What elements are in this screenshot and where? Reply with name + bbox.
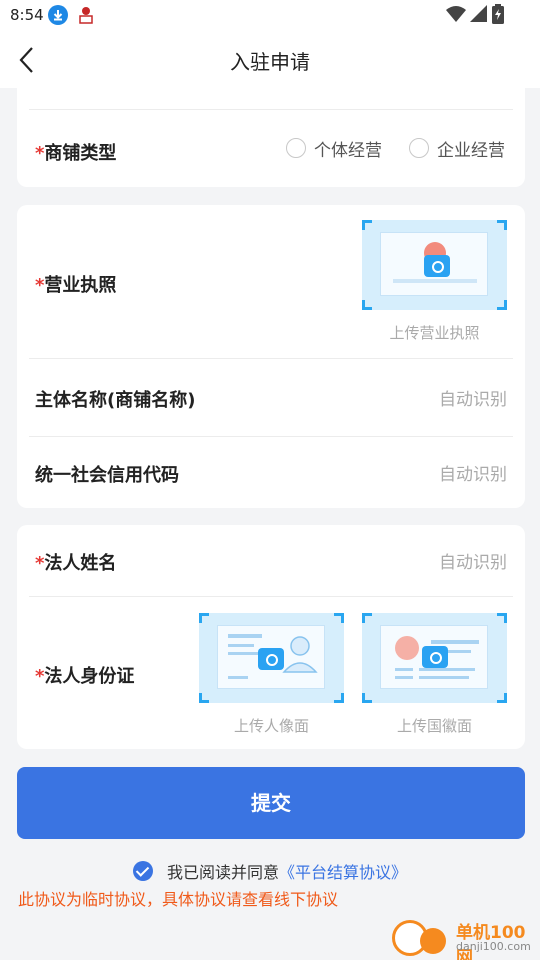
- id-back-upload[interactable]: [362, 613, 507, 703]
- camera-icon: [424, 255, 450, 277]
- shop-type-card: *商铺类型 个体经营 企业经营: [17, 88, 525, 187]
- id-back-caption: 上传国徽面: [396, 717, 472, 735]
- license-upload[interactable]: [362, 220, 507, 310]
- radio-circle: [409, 138, 429, 158]
- legal-name-value[interactable]: 自动识别: [439, 548, 507, 573]
- legal-person-card: *法人姓名 自动识别 *法人身份证 上传人像面 上传国徽面: [17, 525, 525, 749]
- agreement-row: 我已阅读并同意 《平台结算协议》: [0, 859, 540, 883]
- license-upload-caption: 上传营业执照: [389, 324, 480, 342]
- required-mark: *: [35, 143, 45, 164]
- divider: [29, 358, 513, 359]
- temporary-agreement-notice: 此协议为临时协议，具体协议请查看线下协议: [18, 890, 339, 909]
- id-front-upload[interactable]: [199, 613, 344, 703]
- credit-code-label: 统一社会信用代码: [35, 465, 179, 486]
- required-mark: *: [35, 553, 45, 574]
- divider: [29, 596, 513, 597]
- id-front-illustration: [217, 625, 325, 689]
- entity-name-value[interactable]: 自动识别: [439, 385, 507, 410]
- battery-icon: [492, 4, 504, 28]
- required-mark: *: [35, 666, 45, 687]
- license-illustration: [380, 232, 488, 296]
- divider: [29, 436, 513, 437]
- submit-button[interactable]: 提交: [17, 767, 525, 839]
- shop-type-label: *商铺类型: [35, 143, 117, 164]
- legal-name-label: *法人姓名: [35, 553, 117, 574]
- radio-individual[interactable]: 个体经营: [286, 136, 382, 161]
- license-label: *营业执照: [35, 275, 117, 296]
- radio-label-enterprise: 企业经营: [437, 140, 505, 161]
- divider: [29, 109, 513, 110]
- agreement-link[interactable]: 《平台结算协议》: [279, 859, 407, 883]
- credit-code-value[interactable]: 自动识别: [439, 460, 507, 485]
- watermark-cn: 单机100网: [456, 923, 526, 960]
- page-title: 入驻申请: [230, 50, 310, 74]
- agreement-text: 我已阅读并同意: [166, 863, 279, 882]
- radio-enterprise[interactable]: 企业经营: [409, 136, 505, 161]
- camera-icon: [258, 648, 284, 670]
- status-time: 8:54: [10, 6, 44, 24]
- legal-id-label: *法人身份证: [35, 666, 135, 687]
- watermark-logo: 单机100网 danji100.com: [392, 916, 540, 960]
- id-front-caption: 上传人像面: [233, 717, 309, 735]
- license-card: *营业执照 上传营业执照 主体名称(商铺名称) 自动识别 统一社会信用代码 自动…: [17, 205, 525, 508]
- watermark-en: danji100.com: [456, 940, 531, 953]
- radio-circle: [286, 138, 306, 158]
- nav-bar: 入驻申请: [0, 32, 540, 88]
- agree-checkbox[interactable]: [132, 861, 153, 881]
- wifi-icon: [446, 5, 466, 27]
- download-icon: [48, 5, 68, 25]
- logo-dot-icon: [420, 928, 446, 954]
- required-mark: *: [35, 275, 45, 296]
- id-back-illustration: [380, 625, 488, 689]
- camera-icon: [422, 646, 448, 668]
- entity-name-label: 主体名称(商铺名称): [35, 390, 196, 411]
- status-bar: 8:54: [0, 0, 540, 32]
- app-notification-icon: [76, 5, 96, 25]
- radio-label-individual: 个体经营: [314, 140, 382, 161]
- signal-icon: [470, 5, 488, 27]
